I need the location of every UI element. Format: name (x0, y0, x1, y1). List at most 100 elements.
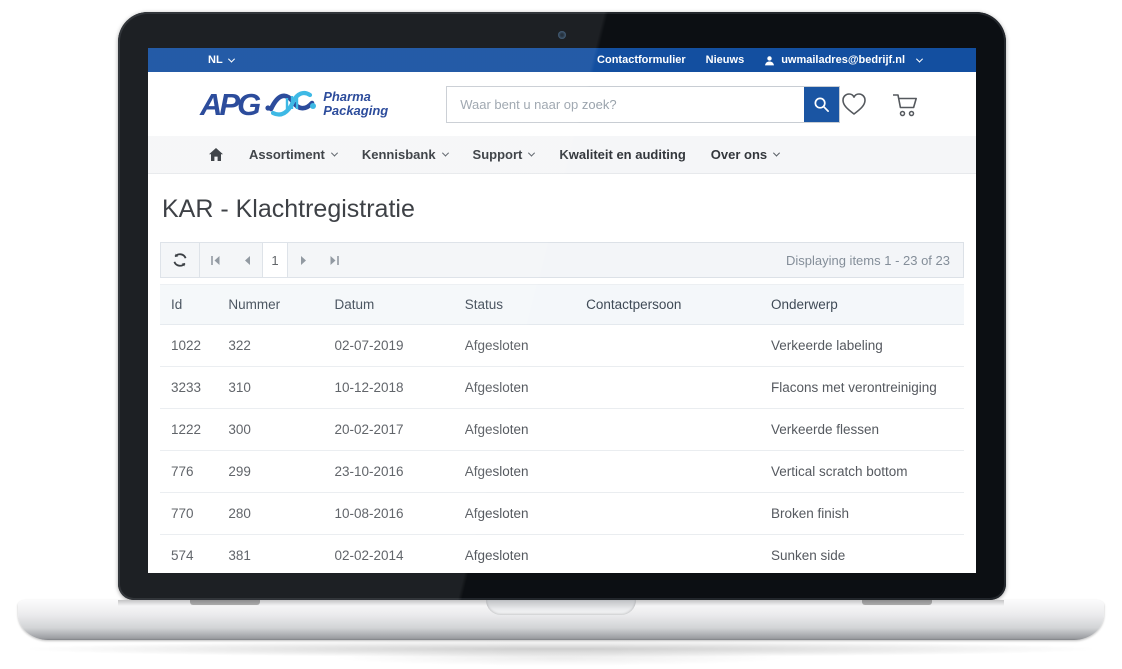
cell-id: 574 (160, 535, 228, 574)
company-logo[interactable]: APG Pharma Packaging (200, 86, 388, 122)
chevron-down-icon (228, 55, 235, 62)
language-selector[interactable]: NL (208, 54, 234, 66)
cart-button[interactable] (891, 91, 920, 118)
cell-nummer: 300 (228, 409, 334, 451)
hinge-right (862, 600, 932, 605)
laptop-reflection (330, 650, 790, 666)
prev-page-icon (243, 255, 251, 266)
nav-item-label: Support (473, 147, 523, 162)
search-input[interactable] (447, 87, 804, 122)
header-action-icons (840, 91, 920, 118)
laptop-lid-notch (486, 600, 636, 615)
chevron-down-icon (442, 150, 449, 157)
wishlist-button[interactable] (840, 91, 868, 117)
home-icon (208, 147, 224, 162)
page-content: KAR - Klachtregistratie (148, 195, 976, 573)
cell-onderwerp: Verkeerde labeling (771, 325, 964, 367)
account-email-label: uwmailadres@bedrijf.nl (781, 54, 905, 66)
dna-helix-icon (264, 86, 316, 122)
cell-onderwerp: Verkeerde flessen (771, 409, 964, 451)
cell-nummer: 381 (228, 535, 334, 574)
cell-status: Afgesloten (465, 535, 586, 574)
browser-viewport: NL Contactformulier Nieuws uwmailadres@b… (148, 48, 976, 573)
cell-id: 770 (160, 493, 228, 535)
logo-tagline-line2: Packaging (323, 104, 388, 118)
search-button[interactable] (804, 87, 839, 122)
laptop-base (18, 600, 1104, 640)
main-navigation: Assortiment Kennisbank Support Kwaliteit en… (148, 136, 976, 174)
chevron-down-icon (331, 150, 338, 157)
cell-nummer: 322 (228, 325, 334, 367)
cell-contactpersoon (586, 493, 771, 535)
first-page-button[interactable] (200, 243, 231, 277)
cell-onderwerp: Sunken side (771, 535, 964, 574)
nav-item-support[interactable]: Support (473, 147, 535, 162)
nav-item-label: Over ons (711, 147, 767, 162)
cell-status: Afgesloten (465, 325, 586, 367)
cart-icon (891, 91, 920, 118)
nav-item-kwaliteit-en-auditing[interactable]: Kwaliteit en auditing (559, 147, 685, 162)
laptop-screen-bezel: NL Contactformulier Nieuws uwmailadres@b… (118, 12, 1006, 600)
cell-datum: 02-07-2019 (334, 325, 464, 367)
logo-tagline: Pharma Packaging (323, 90, 388, 119)
logo-acronym: APG (200, 89, 258, 120)
table-row[interactable]: 323331010-12-2018AfgeslotenFlacons met v… (160, 367, 964, 409)
news-link[interactable]: Nieuws (706, 54, 745, 66)
cell-onderwerp: Broken finish (771, 493, 964, 535)
logo-tagline-line1: Pharma (323, 90, 388, 104)
refresh-button[interactable] (161, 243, 200, 277)
nav-item-kennisbank[interactable]: Kennisbank (362, 147, 448, 162)
next-page-button[interactable] (288, 243, 319, 277)
last-page-button[interactable] (319, 243, 350, 277)
search-icon (813, 96, 830, 113)
table-row[interactable]: 57438102-02-2014Afgesloten Sunken side (160, 535, 964, 574)
nav-item-assortiment[interactable]: Assortiment (249, 147, 337, 162)
cell-nummer: 310 (228, 367, 334, 409)
top-utility-bar: NL Contactformulier Nieuws uwmailadres@b… (148, 48, 976, 72)
hinge-left (190, 600, 260, 605)
home-nav-button[interactable] (208, 147, 224, 162)
cell-datum: 20-02-2017 (334, 409, 464, 451)
cell-datum: 23-10-2016 (334, 451, 464, 493)
table-row[interactable]: 122230020-02-2017AfgeslotenVerkeerde fle… (160, 409, 964, 451)
cell-contactpersoon (586, 367, 771, 409)
chevron-down-icon (528, 150, 535, 157)
table-header: IdNummerDatumStatusContactpersoonOnderwe… (160, 285, 964, 325)
cell-status: Afgesloten (465, 451, 586, 493)
page-title: KAR - Klachtregistratie (162, 195, 964, 224)
column-header-status[interactable]: Status (465, 285, 586, 325)
contact-form-link[interactable]: Contactformulier (597, 54, 686, 66)
user-icon (764, 55, 775, 66)
column-header-datum[interactable]: Datum (334, 285, 464, 325)
search-bar (446, 86, 840, 123)
cell-id: 776 (160, 451, 228, 493)
complaints-table: IdNummerDatumStatusContactpersoonOnderwe… (160, 284, 964, 573)
column-header-nummer[interactable]: Nummer (228, 285, 334, 325)
cell-datum: 02-02-2014 (334, 535, 464, 574)
table-row[interactable]: 102232202-07-2019AfgeslotenVerkeerde lab… (160, 325, 964, 367)
table-body: 102232202-07-2019AfgeslotenVerkeerde lab… (160, 325, 964, 574)
column-header-onderwerp[interactable]: Onderwerp (771, 285, 964, 325)
cell-contactpersoon (586, 409, 771, 451)
nav-item-over-ons[interactable]: Over ons (711, 147, 779, 162)
table-row[interactable]: 77028010-08-2016AfgeslotenBroken finish (160, 493, 964, 535)
prev-page-button[interactable] (231, 243, 262, 277)
last-page-icon (329, 255, 340, 266)
cell-status: Afgesloten (465, 409, 586, 451)
first-page-icon (210, 255, 221, 266)
cell-nummer: 280 (228, 493, 334, 535)
account-menu[interactable]: uwmailadres@bedrijf.nl (764, 54, 922, 66)
column-header-contactpersoon[interactable]: Contactpersoon (586, 285, 771, 325)
cell-datum: 10-12-2018 (334, 367, 464, 409)
cell-contactpersoon (586, 325, 771, 367)
displaying-items-status: Displaying items 1 - 23 of 23 (786, 253, 963, 268)
cell-datum: 10-08-2016 (334, 493, 464, 535)
cell-contactpersoon (586, 535, 771, 574)
column-header-id[interactable]: Id (160, 285, 228, 325)
cell-contactpersoon (586, 451, 771, 493)
next-page-icon (300, 255, 308, 266)
table-row[interactable]: 77629923-10-2016AfgeslotenVertical scrat… (160, 451, 964, 493)
table-header-row: IdNummerDatumStatusContactpersoonOnderwe… (160, 285, 964, 325)
current-page-indicator[interactable]: 1 (262, 243, 288, 277)
heart-icon (840, 91, 868, 117)
